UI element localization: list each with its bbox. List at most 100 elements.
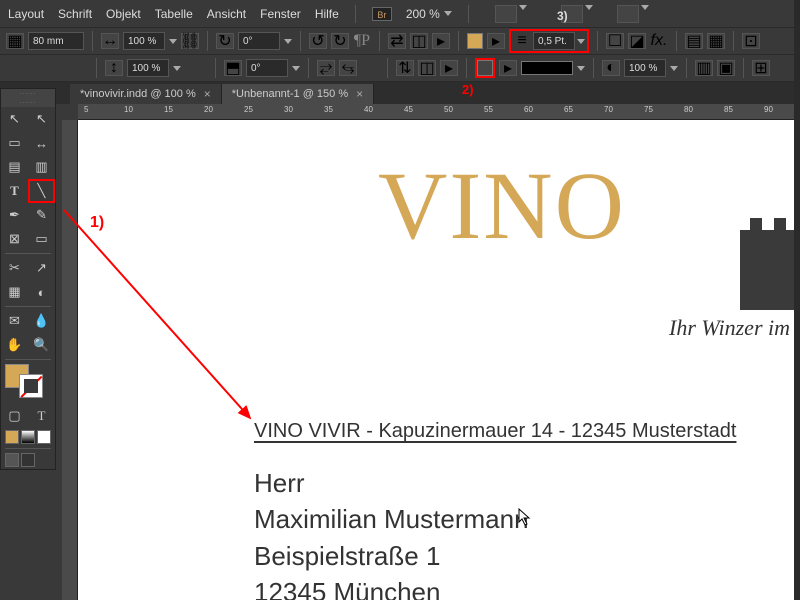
chevron-down-icon xyxy=(519,5,527,10)
rotate-ccw-icon[interactable]: ↺ xyxy=(309,33,327,49)
eyedropper-tool[interactable]: 💧 xyxy=(28,309,55,333)
close-icon[interactable]: × xyxy=(204,87,211,101)
address-city: 12345 München xyxy=(254,574,529,600)
normal-view-icon[interactable] xyxy=(5,453,19,467)
scale-y-input[interactable] xyxy=(127,59,169,77)
play-icon[interactable]: ▸ xyxy=(432,33,450,49)
zoom-tool[interactable]: 🔍 xyxy=(28,333,55,357)
formatting-text-icon[interactable]: T xyxy=(28,404,55,428)
rectangle-frame-tool[interactable]: ⊠ xyxy=(1,227,28,251)
control-bar-row-1: ▦ ↔ ⛓ ↻ ↺ ↻ ¶P ⇄ ◫ ▸ ▸ ≡ ☐ ◪ fx. ▤ ▦ ⊡ xyxy=(0,28,800,55)
shear-input[interactable] xyxy=(246,59,288,77)
document-canvas[interactable]: VINO Ihr Winzer im VINO VIVIR - Kapuzine… xyxy=(78,120,800,600)
hand-tool[interactable]: ✋ xyxy=(1,333,28,357)
stroke-swatch-highlighted[interactable] xyxy=(475,58,495,78)
line-tool-highlighted[interactable]: ╲ xyxy=(28,179,55,203)
menu-ansicht[interactable]: Ansicht xyxy=(207,7,246,21)
select-prev-icon[interactable]: ◫ xyxy=(418,60,436,76)
menu-fenster[interactable]: Fenster xyxy=(260,7,301,21)
fit-frame-icon[interactable]: ⊡ xyxy=(742,33,760,49)
pen-tool[interactable]: ✒ xyxy=(1,203,28,227)
content-placer-tool[interactable]: ▥ xyxy=(28,155,55,179)
fit-content-icon[interactable]: ⊞ xyxy=(752,60,770,76)
fx-icon[interactable]: fx. xyxy=(650,33,668,49)
vertical-ruler[interactable] xyxy=(62,120,78,600)
formatting-container-icon[interactable]: ▢ xyxy=(1,404,28,428)
separator xyxy=(466,58,467,78)
play-icon[interactable]: ▸ xyxy=(487,33,505,49)
pencil-tool[interactable]: ✎ xyxy=(28,203,55,227)
fill-stroke-proxy[interactable] xyxy=(5,364,53,400)
flip-v-icon[interactable]: ⥃ xyxy=(339,60,357,76)
apply-gradient-swatch[interactable] xyxy=(21,430,35,444)
horizontal-ruler[interactable]: 51015202530354045505560657075808590 xyxy=(78,104,800,120)
apply-none-swatch[interactable] xyxy=(37,430,51,444)
chevron-down-icon[interactable] xyxy=(577,39,585,44)
rotate-cw-icon[interactable]: ↻ xyxy=(331,33,349,49)
content-collector-tool[interactable]: ▤ xyxy=(1,155,28,179)
rotation-input[interactable] xyxy=(238,32,280,50)
selection-tool[interactable]: ↖ xyxy=(1,107,28,131)
page-tool[interactable]: ▭ xyxy=(1,131,28,155)
zoom-level-dropdown[interactable]: 200 % xyxy=(406,7,452,21)
scissors-tool[interactable]: ✂ xyxy=(1,256,28,280)
chevron-down-icon[interactable] xyxy=(284,39,292,44)
chevron-down-icon[interactable] xyxy=(169,39,177,44)
effects-icon[interactable]: ☐ xyxy=(606,33,624,49)
separator xyxy=(686,58,687,78)
menu-hilfe[interactable]: Hilfe xyxy=(315,7,339,21)
stroke-weight-icon: ≡ xyxy=(513,33,531,49)
gap-tool[interactable]: ↔ xyxy=(28,131,55,155)
view-mode-button[interactable] xyxy=(495,5,517,23)
free-transform-tool[interactable]: ↗ xyxy=(28,256,55,280)
menu-schrift[interactable]: Schrift xyxy=(58,7,92,21)
stroke-style-preview[interactable] xyxy=(521,61,573,75)
ruler-mark: 25 xyxy=(244,105,253,114)
select-container-icon[interactable]: ◫ xyxy=(410,33,428,49)
control-bar-row-2: ↕ ⬒ ⥂ ⥃ ⇅ ◫ ▸ ▸ ◐ ▥ ▣ ⊞ xyxy=(0,55,800,82)
x-position-input[interactable] xyxy=(28,32,84,50)
chevron-down-icon[interactable] xyxy=(670,66,678,71)
text-wrap-jump-icon[interactable]: ▥ xyxy=(695,60,713,76)
drop-shadow-icon[interactable]: ◪ xyxy=(628,33,646,49)
panel-drag-handle[interactable] xyxy=(1,89,55,99)
panel-collapse-handle[interactable] xyxy=(1,99,55,107)
gradient-feather-tool[interactable]: ◐ xyxy=(28,280,55,304)
document-tab-active[interactable]: *Unbenannt-1 @ 150 % × xyxy=(222,84,374,104)
text-wrap-none-icon[interactable]: ▤ xyxy=(685,33,703,49)
menu-layout[interactable]: Layout xyxy=(8,7,44,21)
text-wrap-shape-icon[interactable]: ▣ xyxy=(717,60,735,76)
flip-h-icon[interactable]: ⥂ xyxy=(317,60,335,76)
text-wrap-around-icon[interactable]: ▦ xyxy=(707,33,725,49)
document-tab[interactable]: *vinovivir.indd @ 100 % × xyxy=(70,84,222,104)
preview-view-icon[interactable] xyxy=(21,453,35,467)
workspace-button[interactable] xyxy=(617,5,639,23)
stroke-weight-input[interactable] xyxy=(533,32,575,50)
note-tool[interactable]: ✉ xyxy=(1,309,28,333)
type-tool[interactable]: T xyxy=(1,179,28,203)
select-content-icon[interactable]: ⇅ xyxy=(396,60,414,76)
menu-objekt[interactable]: Objekt xyxy=(106,7,141,21)
bridge-icon[interactable]: Br xyxy=(372,7,392,21)
chevron-down-icon[interactable] xyxy=(292,66,300,71)
gradient-swatch-tool[interactable]: ▦ xyxy=(1,280,28,304)
play-icon[interactable]: ▸ xyxy=(440,60,458,76)
castle-logo-graphic xyxy=(730,200,800,310)
close-icon[interactable]: × xyxy=(356,87,363,101)
chevron-down-icon[interactable] xyxy=(173,66,181,71)
scale-x-input[interactable] xyxy=(123,32,165,50)
fill-swatch[interactable] xyxy=(467,33,483,49)
constrain-icon[interactable]: ⛓ xyxy=(181,33,199,49)
tab-label: *Unbenannt-1 @ 150 % xyxy=(232,88,348,100)
menu-tabelle[interactable]: Tabelle xyxy=(155,7,193,21)
direct-selection-tool[interactable]: ↖ xyxy=(28,107,55,131)
play-icon[interactable]: ▸ xyxy=(499,60,517,76)
stroke-color-swatch[interactable] xyxy=(19,374,43,398)
rectangle-tool[interactable]: ▭ xyxy=(28,227,55,251)
opacity-input[interactable] xyxy=(624,59,666,77)
reference-point-icon[interactable]: ▦ xyxy=(6,33,24,49)
flip-h-icon[interactable]: ⇄ xyxy=(388,33,406,49)
chevron-down-icon[interactable] xyxy=(577,66,585,71)
paragraph-style-icon[interactable]: ¶P xyxy=(353,32,371,50)
apply-color-swatch[interactable] xyxy=(5,430,19,444)
